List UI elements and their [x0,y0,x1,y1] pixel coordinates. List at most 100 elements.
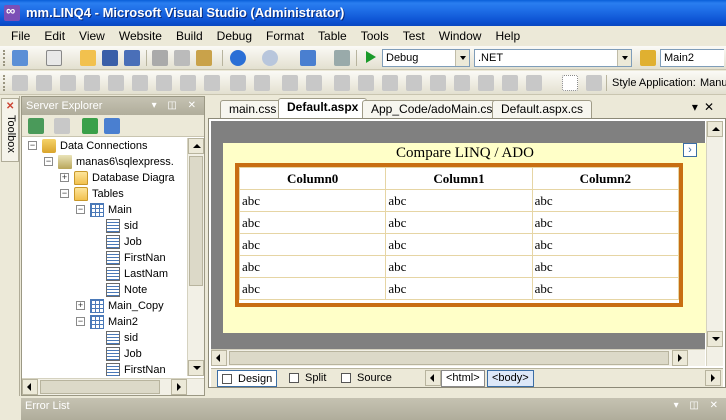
tag-html[interactable]: <html> [441,370,485,387]
connect-server-icon[interactable] [104,118,120,134]
paste-icon[interactable] [196,50,212,66]
scroll-thumb[interactable] [40,380,160,394]
cut-icon[interactable] [152,50,168,66]
menu-tools[interactable]: Tools [354,26,396,46]
menu-file[interactable]: File [4,26,37,46]
save-icon[interactable] [102,50,118,66]
menu-table[interactable]: Table [311,26,354,46]
collapse-icon[interactable]: − [28,141,37,150]
align-icon[interactable] [156,75,172,91]
lock-icon[interactable] [108,75,124,91]
collapse-icon[interactable]: − [44,157,53,166]
bookmark-window-icon[interactable] [502,75,518,91]
comment-icon[interactable] [306,75,322,91]
menu-edit[interactable]: Edit [37,26,72,46]
toolbar-grip[interactable] [3,50,6,66]
bookmark-clear-icon[interactable] [430,75,446,91]
scroll-left-button[interactable] [211,350,227,366]
tag-body[interactable]: <body> [487,370,534,387]
position-icon[interactable] [36,75,52,91]
font-size-icon[interactable] [204,75,220,91]
tab-main-css[interactable]: main.css [220,100,286,118]
list-icon[interactable] [282,75,298,91]
bookmark-next-icon[interactable] [406,75,422,91]
bookmark-list-icon[interactable] [478,75,494,91]
scroll-down-button[interactable] [707,331,723,347]
menu-test[interactable]: Test [396,26,432,46]
new-project-icon[interactable] [12,50,28,66]
menu-help[interactable]: Help [488,26,527,46]
menu-window[interactable]: Window [432,26,489,46]
outdent-icon[interactable] [254,75,270,91]
panel-window-buttons[interactable]: ▾ ◫ ✕ [152,97,200,115]
error-list-panel[interactable]: Error List ▾ ◫ ✕ [21,398,726,420]
start-debugging-icon[interactable] [366,51,376,63]
details-icon[interactable] [586,75,602,91]
visible-borders-icon[interactable] [562,75,578,91]
tab-ado-main-cs[interactable]: App_Code/adoMain.cs [362,100,502,118]
menu-build[interactable]: Build [169,26,210,46]
find-in-files-icon[interactable] [640,50,656,66]
style-application-value[interactable]: Manu [700,77,726,89]
grid-view[interactable]: Column0 Column1 Column2 abc abc abc abc abc abc… [235,163,683,307]
refresh-icon[interactable] [28,118,44,134]
tag-nav-left-button[interactable] [425,370,441,386]
scroll-down-button[interactable] [188,360,204,376]
stop-refresh-icon[interactable] [54,118,70,134]
menu-view[interactable]: View [72,26,112,46]
platform-dropdown[interactable]: .NET [474,49,632,67]
tree-vertical-scrollbar[interactable] [187,138,204,376]
source-view-button[interactable]: Source [337,370,396,387]
configuration-dropdown[interactable]: Debug [382,49,470,67]
tab-window-buttons[interactable]: ▾✕ [692,100,720,114]
scroll-right-button[interactable] [171,379,187,395]
navigate-forward-icon[interactable] [334,50,350,66]
tab-default-aspx-cs[interactable]: Default.aspx.cs [492,100,593,118]
designer-vertical-scrollbar[interactable] [706,121,723,366]
scroll-up-button[interactable] [707,121,723,137]
expand-icon[interactable]: + [60,173,69,182]
panel-window-buttons[interactable]: ▾ ◫ ✕ [674,398,722,414]
toolbar-grip[interactable] [3,75,6,91]
scroll-thumb[interactable] [189,156,203,286]
navigate-backward-icon[interactable] [300,50,316,66]
design-view-button[interactable]: Design [217,370,278,387]
bookmark-options-icon[interactable] [526,75,542,91]
designer-horizontal-scrollbar[interactable] [211,349,705,366]
expand-icon[interactable]: + [76,301,85,310]
menu-website[interactable]: Website [112,26,169,46]
scroll-up-button[interactable] [188,138,204,154]
collapse-icon[interactable]: − [60,189,69,198]
layout-icon[interactable] [12,75,28,91]
save-all-icon[interactable] [124,50,140,66]
bookmark-prev-icon[interactable] [382,75,398,91]
menu-debug[interactable]: Debug [210,26,259,46]
find-combo[interactable]: Main2 [660,49,724,67]
bookmark-icon[interactable] [358,75,374,91]
redo-icon[interactable] [262,50,278,66]
smart-tag-button[interactable]: › [683,143,697,157]
copy-icon[interactable] [174,50,190,66]
send-back-icon[interactable] [84,75,100,91]
undo-icon[interactable] [230,50,246,66]
bookmark-folder-icon[interactable] [454,75,470,91]
connect-database-icon[interactable] [82,118,98,134]
scroll-thumb[interactable] [229,351,669,365]
tab-default-aspx[interactable]: Default.aspx [278,98,368,118]
tree-horizontal-scrollbar[interactable] [22,378,204,395]
bring-front-icon[interactable] [60,75,76,91]
tag-nav-right-button[interactable] [705,370,721,386]
grid-icon[interactable] [132,75,148,91]
add-item-icon[interactable] [46,50,62,66]
size-icon[interactable] [180,75,196,91]
indent-icon[interactable] [230,75,246,91]
scroll-left-button[interactable] [22,379,38,395]
open-folder-icon[interactable] [80,50,96,66]
toolbox-tab[interactable]: ✕ Toolbox [1,98,19,162]
collapse-icon[interactable]: − [76,317,85,326]
format-icon[interactable] [334,75,350,91]
scroll-right-button[interactable] [672,350,688,366]
split-view-button[interactable]: Split [285,370,330,387]
menu-format[interactable]: Format [259,26,311,46]
collapse-icon[interactable]: − [76,205,85,214]
